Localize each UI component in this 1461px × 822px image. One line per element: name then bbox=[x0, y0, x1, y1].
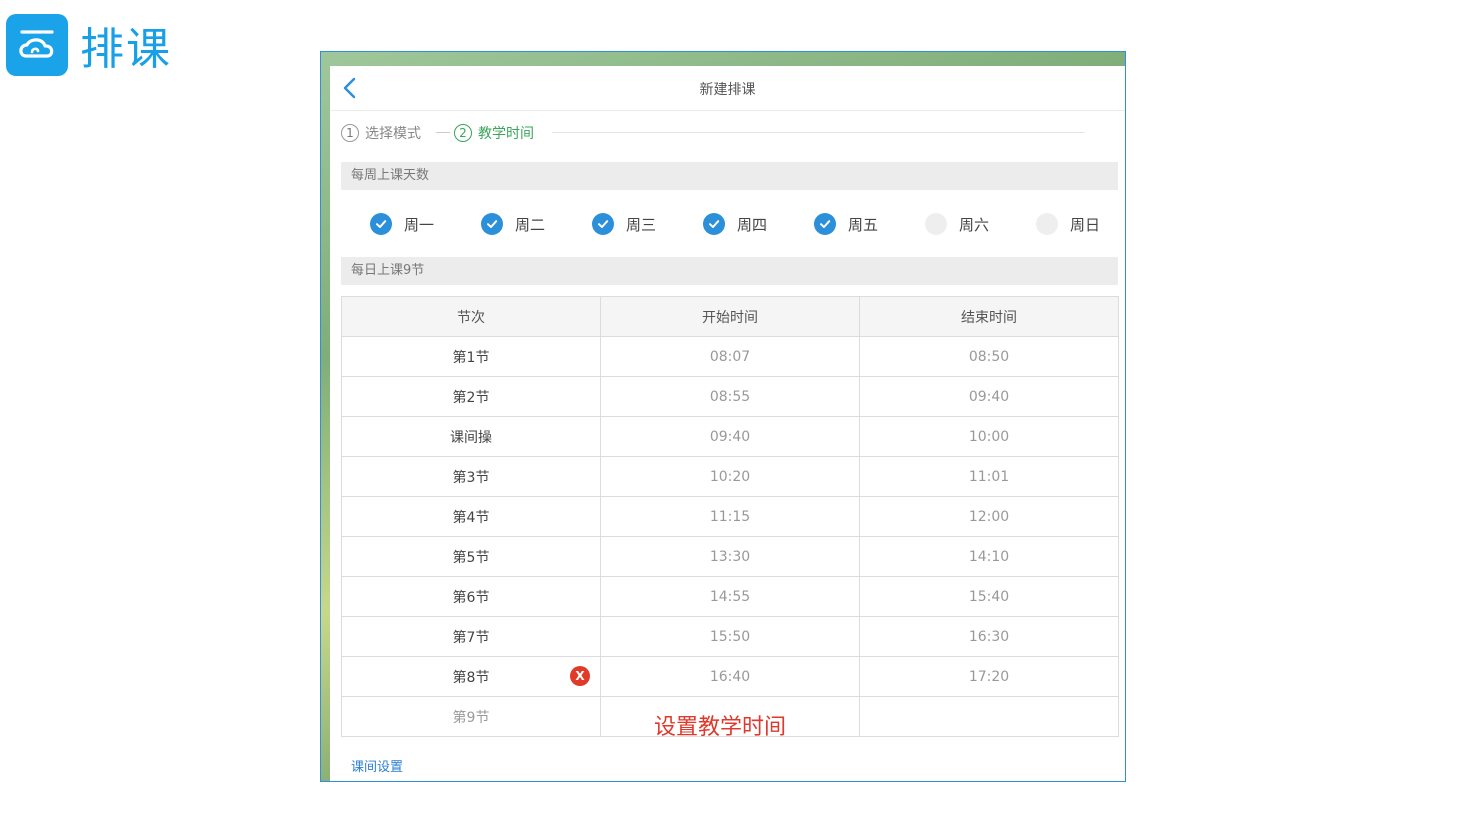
end-time-cell[interactable]: 16:30 bbox=[859, 616, 1119, 657]
table-row: 第6节 14:55 15:40 bbox=[341, 576, 1119, 617]
table-row: 第2节 08:55 09:40 bbox=[341, 376, 1119, 417]
column-header-end: 结束时间 bbox=[859, 296, 1119, 337]
step-select-mode[interactable]: 1 选择模式 bbox=[341, 123, 421, 143]
table-row: 第5节 13:30 14:10 bbox=[341, 536, 1119, 577]
table-row: 第7节 15:50 16:30 bbox=[341, 616, 1119, 657]
end-time-cell[interactable]: 12:00 bbox=[859, 496, 1119, 537]
step-connector bbox=[436, 132, 450, 133]
step-number: 1 bbox=[341, 124, 359, 142]
period-name: 第3节 bbox=[341, 456, 601, 497]
step-connector bbox=[552, 132, 1085, 133]
start-time-cell[interactable]: 08:55 bbox=[600, 376, 860, 417]
weekday-selector: 周一 周二 周三 周四 周五 周六 周日 bbox=[370, 213, 1110, 237]
table-row: 第3节 10:20 11:01 bbox=[341, 456, 1119, 497]
day-checkbox-thu[interactable]: 周四 bbox=[703, 213, 767, 235]
day-label: 周日 bbox=[1070, 215, 1101, 234]
period-name: 第6节 bbox=[341, 576, 601, 617]
period-name: 第2节 bbox=[341, 376, 601, 417]
page-title: 新建排课 bbox=[699, 82, 756, 98]
period-name: 第4节 bbox=[341, 496, 601, 537]
section-weekly-days: 每周上课天数 bbox=[341, 162, 1118, 190]
table-row: 第4节 11:15 12:00 bbox=[341, 496, 1119, 537]
day-label: 周五 bbox=[848, 215, 879, 234]
period-name: 第1节 bbox=[341, 336, 601, 377]
end-time-cell[interactable]: 08:50 bbox=[859, 336, 1119, 377]
column-header-period: 节次 bbox=[341, 296, 601, 337]
unchecked-circle-icon bbox=[1036, 213, 1058, 235]
app-title: 排课 bbox=[80, 24, 172, 75]
start-time-cell[interactable]: 13:30 bbox=[600, 536, 860, 577]
day-checkbox-fri[interactable]: 周五 bbox=[814, 213, 878, 235]
check-circle-icon bbox=[592, 213, 614, 235]
start-time-cell[interactable]: 11:15 bbox=[600, 496, 860, 537]
step-label: 选择模式 bbox=[365, 126, 421, 142]
table-row: 课间操 09:40 10:00 bbox=[341, 416, 1119, 457]
unchecked-circle-icon bbox=[925, 213, 947, 235]
table-row: 第8节 X 16:40 17:20 bbox=[341, 656, 1119, 697]
start-time-cell[interactable]: 16:40 bbox=[600, 656, 860, 697]
period-name: 第7节 bbox=[341, 616, 601, 657]
end-time-cell[interactable]: 11:01 bbox=[859, 456, 1119, 497]
check-circle-icon bbox=[370, 213, 392, 235]
app-window: 新建排课 1 选择模式 2 教学时间 每周上课天数 周一 周二 周三 周四 周五… bbox=[320, 51, 1126, 782]
check-circle-icon bbox=[703, 213, 725, 235]
end-time-cell[interactable]: 09:40 bbox=[859, 376, 1119, 417]
table-row: 第9节 设置教学时间 bbox=[341, 696, 1119, 740]
day-checkbox-wed[interactable]: 周三 bbox=[592, 213, 656, 235]
content-panel: 新建排课 1 选择模式 2 教学时间 每周上课天数 周一 周二 周三 周四 周五… bbox=[330, 66, 1125, 781]
step-indicator: 1 选择模式 2 教学时间 bbox=[341, 123, 1125, 143]
period-name: 第9节 bbox=[341, 696, 601, 737]
step-teaching-time[interactable]: 2 教学时间 bbox=[454, 123, 534, 143]
header-bar: 新建排课 bbox=[330, 66, 1125, 111]
end-time-cell[interactable]: 17:20 bbox=[859, 656, 1119, 697]
check-circle-icon bbox=[481, 213, 503, 235]
delete-icon[interactable]: X bbox=[570, 666, 590, 686]
end-time-cell[interactable]: 14:10 bbox=[859, 536, 1119, 577]
end-time-cell[interactable]: 15:40 bbox=[859, 576, 1119, 617]
step-number: 2 bbox=[454, 124, 472, 142]
start-time-cell[interactable]: 10:20 bbox=[600, 456, 860, 497]
cloud-logo-icon bbox=[6, 14, 68, 76]
day-checkbox-tue[interactable]: 周二 bbox=[481, 213, 545, 235]
step-label: 教学时间 bbox=[478, 126, 534, 142]
day-label: 周三 bbox=[626, 215, 657, 234]
check-circle-icon bbox=[814, 213, 836, 235]
start-time-cell[interactable]: 14:55 bbox=[600, 576, 860, 617]
start-time-cell[interactable]: 设置教学时间 bbox=[600, 696, 860, 740]
day-checkbox-sat[interactable]: 周六 bbox=[925, 213, 989, 235]
break-settings-link[interactable]: 课间设置 bbox=[351, 756, 403, 775]
day-checkbox-sun[interactable]: 周日 bbox=[1036, 213, 1100, 235]
start-time-cell[interactable]: 08:07 bbox=[600, 336, 860, 377]
day-checkbox-mon[interactable]: 周一 bbox=[370, 213, 434, 235]
end-time-cell[interactable]: 10:00 bbox=[859, 416, 1119, 457]
period-name: 第5节 bbox=[341, 536, 601, 577]
section-daily-periods: 每日上课9节 bbox=[341, 257, 1118, 285]
table-header-row: 节次 开始时间 结束时间 bbox=[341, 296, 1119, 337]
end-time-cell[interactable] bbox=[859, 696, 1119, 737]
period-name-cell: 第8节 X bbox=[341, 656, 601, 697]
column-header-start: 开始时间 bbox=[600, 296, 860, 337]
table-row: 第1节 08:07 08:50 bbox=[341, 336, 1119, 377]
brand: 排课 bbox=[6, 14, 172, 76]
schedule-table: 节次 开始时间 结束时间 第1节 08:07 08:50 第2节 08:55 0… bbox=[341, 296, 1119, 740]
start-time-cell[interactable]: 15:50 bbox=[600, 616, 860, 657]
day-label: 周二 bbox=[515, 215, 546, 234]
period-name: 第8节 bbox=[452, 669, 490, 686]
start-time-cell[interactable]: 09:40 bbox=[600, 416, 860, 457]
day-label: 周六 bbox=[959, 215, 990, 234]
period-name: 课间操 bbox=[341, 416, 601, 457]
day-label: 周一 bbox=[404, 215, 435, 234]
set-time-hint: 设置教学时间 bbox=[653, 714, 786, 740]
day-label: 周四 bbox=[737, 215, 768, 234]
